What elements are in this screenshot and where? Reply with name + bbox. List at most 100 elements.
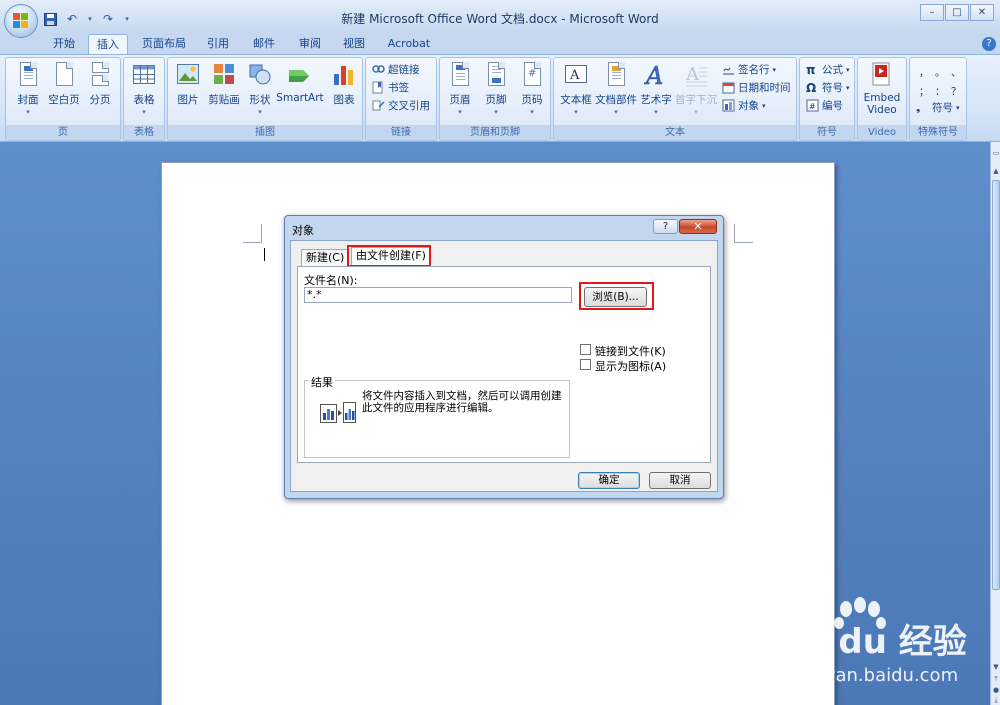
symbol-glyph[interactable]: ：	[932, 83, 948, 98]
group-label-illustrations: 插图	[168, 125, 362, 140]
embed-video-button[interactable]: Embed Video	[864, 62, 900, 116]
svg-text:#: #	[809, 102, 816, 111]
svg-text:A: A	[569, 68, 580, 83]
hyperlink-button[interactable]: 超链接	[372, 61, 420, 78]
group-label-text: 文本	[554, 125, 796, 140]
page-break-icon	[88, 62, 112, 90]
help-icon[interactable]: ?	[982, 37, 996, 51]
scroll-up-icon[interactable]: ▲	[992, 166, 1000, 176]
object-button[interactable]: 对象 ▾	[722, 97, 766, 114]
group-header-footer: 页眉 ▾ 页脚 ▾ # 页码 ▾ 页眉和页脚	[439, 57, 551, 141]
tab-references[interactable]: 引用	[200, 34, 236, 54]
scrollbar-thumb[interactable]	[992, 180, 1000, 590]
symbol-glyph[interactable]: ，	[916, 64, 932, 79]
browse-object-icon[interactable]: ●	[992, 685, 1000, 695]
tab-page-layout[interactable]: 页面布局	[138, 34, 190, 54]
text-box-button[interactable]: A 文本框 ▾	[560, 62, 592, 117]
picture-icon	[176, 62, 200, 90]
quick-parts-icon	[604, 62, 628, 90]
shapes-button[interactable]: 形状 ▾	[244, 62, 276, 117]
page-break-button[interactable]: 分页	[84, 62, 116, 107]
ribbon: 封面 ▾ 空白页 分页 页 表格 ▾ 表格 图片 剪贴画 形状 ▾ SmartA…	[0, 54, 1000, 142]
tab-create-new[interactable]: 新建(C)	[301, 249, 350, 266]
group-tables: 表格 ▾ 表格	[123, 57, 165, 141]
display-as-icon-label: 显示为图标(A)	[595, 360, 667, 373]
dialog-close-button[interactable]: ✕	[679, 219, 717, 234]
table-button[interactable]: 表格 ▾	[128, 62, 160, 117]
numbering-button[interactable]: # 编号	[806, 97, 843, 114]
wordart-button[interactable]: A 艺术字 ▾	[640, 62, 672, 117]
text-box-icon: A	[564, 62, 588, 90]
signature-line-icon	[722, 63, 735, 76]
drop-cap-button[interactable]: A 首字下沉 ▾	[675, 62, 717, 117]
date-time-button[interactable]: 日期和时间	[722, 79, 791, 96]
maximize-button[interactable]: □	[945, 4, 969, 21]
close-button[interactable]: ✕	[970, 4, 994, 21]
page-number-button[interactable]: # 页码 ▾	[516, 62, 548, 117]
symbol-glyph[interactable]: ；	[916, 83, 932, 98]
tab-mailings[interactable]: 邮件	[246, 34, 282, 54]
footer-button[interactable]: 页脚 ▾	[480, 62, 512, 117]
group-label-header-footer: 页眉和页脚	[440, 125, 550, 140]
group-symbols: π 公式 ▾ Ω 符号 ▾ # 编号 符号	[799, 57, 855, 141]
group-special-symbols: ， 。 、 ； ： ？ ❟ 符号 ▾ 特殊符号	[909, 57, 967, 141]
blank-page-icon	[52, 62, 76, 90]
special-symbol-button[interactable]: ❟ 符号 ▾	[916, 99, 960, 116]
office-button[interactable]	[4, 4, 38, 38]
header-button[interactable]: 页眉 ▾	[444, 62, 476, 117]
ruler-toggle-icon[interactable]: ▭	[992, 148, 1000, 158]
link-to-file-checkbox[interactable]	[580, 344, 591, 355]
video-icon	[870, 62, 894, 90]
display-as-icon-checkbox[interactable]	[580, 359, 591, 370]
group-text: A 文本框 ▾ 文档部件 ▾ A 艺术字 ▾ A 首字下沉 ▾ 签名行 ▾ 日期和时间 对…	[553, 57, 797, 141]
hyperlink-icon	[372, 63, 385, 76]
dialog-help-button[interactable]: ?	[653, 219, 678, 234]
window-title: 新建 Microsoft Office Word 文档.docx - Micro…	[341, 12, 659, 26]
chart-icon	[332, 62, 356, 90]
calendar-icon	[722, 81, 735, 94]
tab-review[interactable]: 审阅	[292, 34, 328, 54]
ribbon-tab-row: 开始 插入 页面布局 引用 邮件 审阅 视图 Acrobat ?	[0, 34, 1000, 54]
tab-insert[interactable]: 插入	[88, 34, 128, 54]
page-number-icon: #	[520, 62, 544, 90]
cover-page-button[interactable]: 封面 ▾	[12, 62, 44, 117]
symbol-button[interactable]: Ω 符号 ▾	[806, 79, 850, 96]
tab-view[interactable]: 视图	[336, 34, 372, 54]
symbol-glyph[interactable]: ？	[948, 83, 964, 98]
equation-button[interactable]: π 公式 ▾	[806, 61, 850, 78]
smartart-button[interactable]: SmartArt	[276, 62, 324, 104]
group-video: Embed Video Video	[857, 57, 907, 141]
svg-text:A: A	[644, 62, 663, 88]
group-label-links: 链接	[366, 125, 436, 140]
vertical-scrollbar[interactable]: ▭ ▲ ▼ ⤒ ● ⤓	[990, 142, 1000, 705]
chart-button[interactable]: 图表	[328, 62, 360, 107]
prev-page-icon[interactable]: ⤒	[992, 674, 1000, 684]
drop-cap-icon: A	[684, 62, 708, 90]
tab-home[interactable]: 开始	[46, 34, 82, 54]
ok-button[interactable]: 确定	[578, 472, 640, 489]
next-page-icon[interactable]: ⤓	[992, 695, 1000, 705]
symbol-bullet-icon: ❟	[916, 101, 921, 114]
cancel-button[interactable]: 取消	[649, 472, 711, 489]
signature-line-button[interactable]: 签名行 ▾	[722, 61, 776, 78]
minimize-button[interactable]: –	[920, 4, 944, 21]
quick-parts-button[interactable]: 文档部件 ▾	[595, 62, 637, 117]
bookmark-button[interactable]: 书签	[372, 79, 409, 96]
crop-mark	[243, 242, 262, 243]
title-bar: ↶ ▾ ↷ ▾ 新建 Microsoft Office Word 文档.docx…	[0, 0, 1000, 38]
dialog-title: 对象	[292, 224, 314, 237]
tab-acrobat[interactable]: Acrobat	[382, 34, 436, 54]
filename-input[interactable]: *.*	[304, 287, 572, 303]
symbol-glyph[interactable]: 、	[948, 64, 964, 79]
office-logo-icon	[13, 13, 29, 29]
highlight-box	[579, 282, 654, 310]
group-label-pages: 页	[6, 125, 120, 140]
object-dialog: 对象 ? ✕ 新建(C) 由文件创建(F) 文件名(N): *.* 浏览(B).…	[284, 215, 724, 499]
shapes-icon	[248, 62, 272, 90]
header-icon	[448, 62, 472, 90]
symbol-glyph[interactable]: 。	[932, 64, 948, 79]
crop-mark	[734, 242, 753, 243]
scroll-down-icon[interactable]: ▼	[992, 662, 1000, 672]
cross-reference-button[interactable]: 交叉引用	[372, 97, 430, 114]
omega-icon: Ω	[806, 81, 817, 95]
